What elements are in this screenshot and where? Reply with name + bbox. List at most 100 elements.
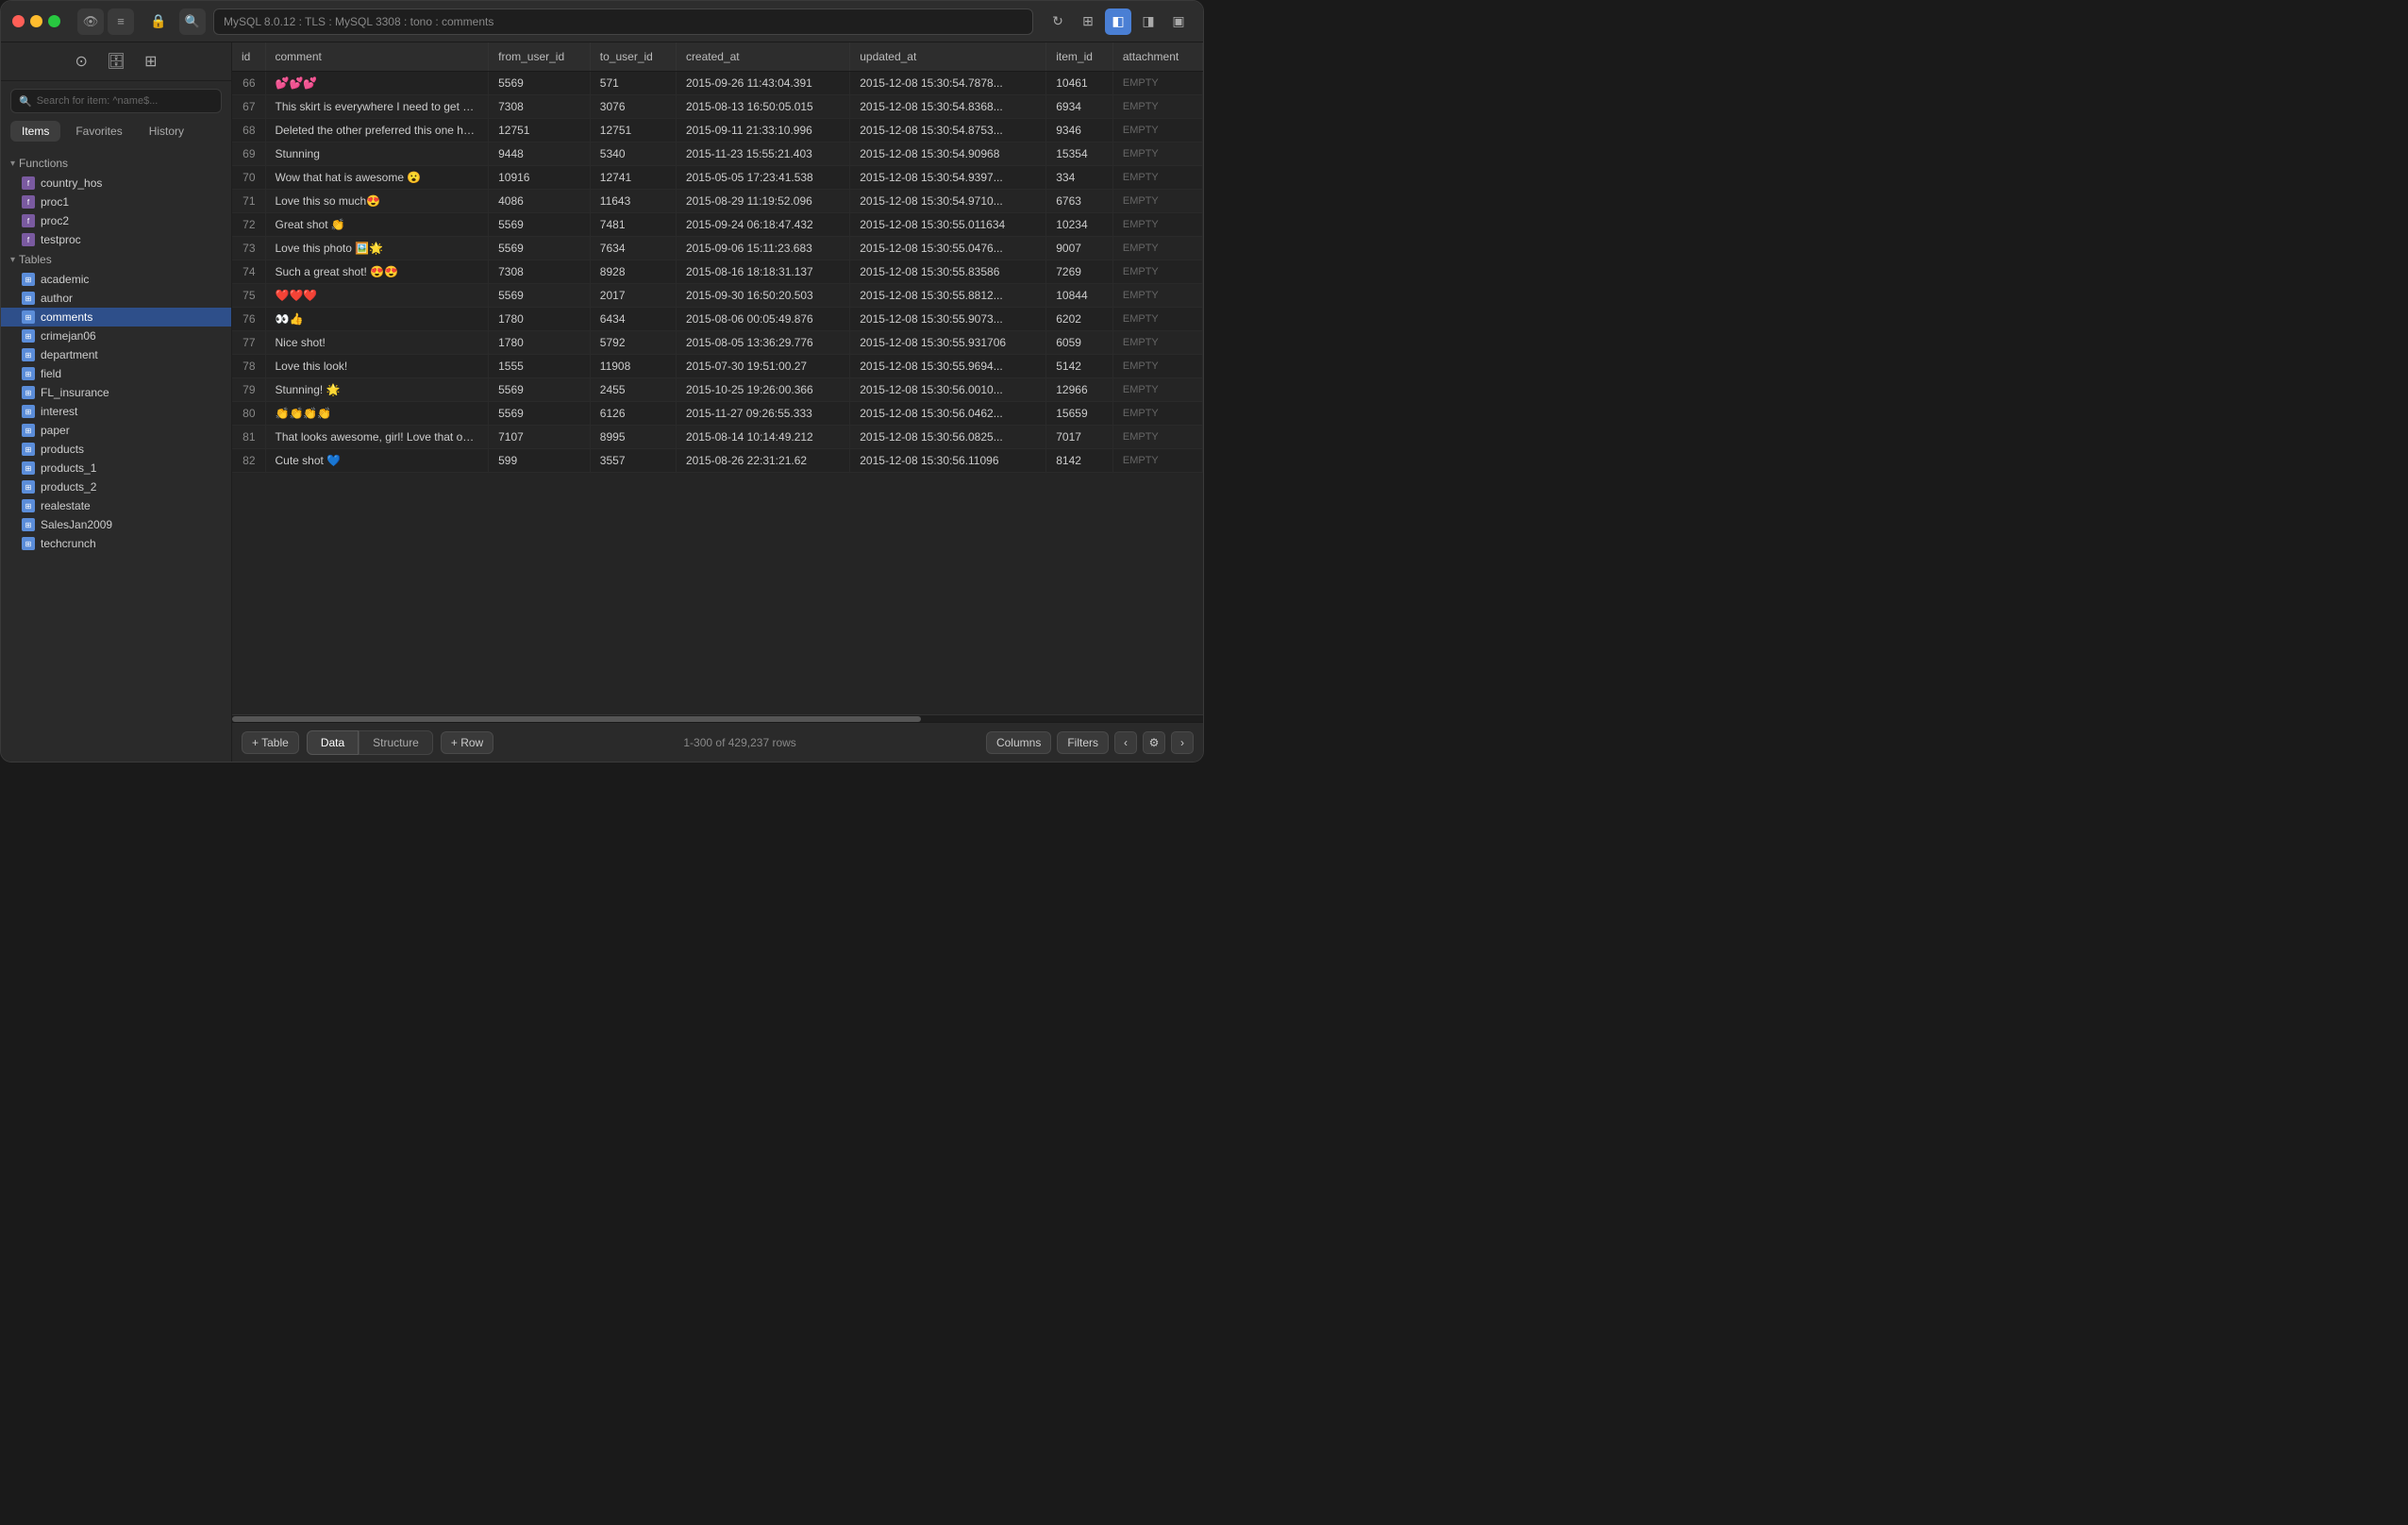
table-row[interactable]: 78Love this look!1555119082015-07-30 19:… bbox=[232, 355, 1203, 378]
col-header-from-user-id[interactable]: from_user_id bbox=[489, 42, 591, 72]
search-icon-button[interactable]: 🔍 bbox=[179, 8, 206, 35]
cell-from_user_id[interactable]: 7308 bbox=[489, 260, 591, 284]
cell-id[interactable]: 76 bbox=[232, 308, 265, 331]
cell-id[interactable]: 80 bbox=[232, 402, 265, 426]
cell-id[interactable]: 68 bbox=[232, 119, 265, 142]
cell-comment[interactable]: Stunning! 🌟 bbox=[265, 378, 489, 402]
cell-attachment[interactable]: EMPTY bbox=[1112, 331, 1202, 355]
filters-button[interactable]: Filters bbox=[1057, 731, 1109, 754]
cell-id[interactable]: 67 bbox=[232, 95, 265, 119]
sidebar-item-country-hos[interactable]: f country_hos bbox=[1, 174, 231, 193]
tab-data-button[interactable]: Data bbox=[307, 730, 359, 755]
table-row[interactable]: 73Love this photo 🖼️🌟556976342015-09-06 … bbox=[232, 237, 1203, 260]
cell-item_id[interactable]: 6934 bbox=[1046, 95, 1113, 119]
cell-from_user_id[interactable]: 7308 bbox=[489, 95, 591, 119]
cell-to_user_id[interactable]: 3557 bbox=[590, 449, 676, 473]
cell-to_user_id[interactable]: 6126 bbox=[590, 402, 676, 426]
cell-to_user_id[interactable]: 11908 bbox=[590, 355, 676, 378]
sidebar-item-department[interactable]: ⊞ department bbox=[1, 345, 231, 364]
cell-to_user_id[interactable]: 12751 bbox=[590, 119, 676, 142]
cell-item_id[interactable]: 334 bbox=[1046, 166, 1113, 190]
cell-comment[interactable]: Cute shot 💙 bbox=[265, 449, 489, 473]
cell-to_user_id[interactable]: 8995 bbox=[590, 426, 676, 449]
list-icon-button[interactable]: ≡ bbox=[108, 8, 134, 35]
sidebar-item-paper[interactable]: ⊞ paper bbox=[1, 421, 231, 440]
close-button[interactable] bbox=[12, 15, 25, 27]
sidebar-item-techcrunch[interactable]: ⊞ techcrunch bbox=[1, 534, 231, 553]
col-header-to-user-id[interactable]: to_user_id bbox=[590, 42, 676, 72]
cell-item_id[interactable]: 5142 bbox=[1046, 355, 1113, 378]
cell-from_user_id[interactable]: 5569 bbox=[489, 213, 591, 237]
tab-structure-button[interactable]: Structure bbox=[359, 730, 433, 755]
cell-to_user_id[interactable]: 7481 bbox=[590, 213, 676, 237]
cell-comment[interactable]: Such a great shot! 😍😍 bbox=[265, 260, 489, 284]
cell-updated_at[interactable]: 2015-12-08 15:30:54.8753... bbox=[850, 119, 1046, 142]
cell-comment[interactable]: Love this so much😍 bbox=[265, 190, 489, 213]
cell-created_at[interactable]: 2015-11-27 09:26:55.333 bbox=[676, 402, 849, 426]
table-row[interactable]: 66💕💕💕55695712015-09-26 11:43:04.3912015-… bbox=[232, 72, 1203, 95]
sidebar-item-proc2[interactable]: f proc2 bbox=[1, 211, 231, 230]
cell-comment[interactable]: 👀👍 bbox=[265, 308, 489, 331]
cell-item_id[interactable]: 10461 bbox=[1046, 72, 1113, 95]
cell-from_user_id[interactable]: 1555 bbox=[489, 355, 591, 378]
tab-items[interactable]: Items bbox=[10, 121, 60, 142]
col-header-attachment[interactable]: attachment bbox=[1112, 42, 1202, 72]
cell-item_id[interactable]: 10844 bbox=[1046, 284, 1113, 308]
cell-item_id[interactable]: 7017 bbox=[1046, 426, 1113, 449]
cell-from_user_id[interactable]: 10916 bbox=[489, 166, 591, 190]
cell-updated_at[interactable]: 2015-12-08 15:30:56.0825... bbox=[850, 426, 1046, 449]
cell-attachment[interactable]: EMPTY bbox=[1112, 284, 1202, 308]
cell-comment[interactable]: Deleted the other preferred this one hah… bbox=[265, 119, 489, 142]
cell-to_user_id[interactable]: 8928 bbox=[590, 260, 676, 284]
cell-id[interactable]: 79 bbox=[232, 378, 265, 402]
cell-comment[interactable]: Love this look! bbox=[265, 355, 489, 378]
cell-from_user_id[interactable]: 1780 bbox=[489, 308, 591, 331]
cell-attachment[interactable]: EMPTY bbox=[1112, 166, 1202, 190]
cell-created_at[interactable]: 2015-09-11 21:33:10.996 bbox=[676, 119, 849, 142]
cell-comment[interactable]: Nice shot! bbox=[265, 331, 489, 355]
cell-attachment[interactable]: EMPTY bbox=[1112, 449, 1202, 473]
cell-comment[interactable]: Great shot 👏 bbox=[265, 213, 489, 237]
table-row[interactable]: 77Nice shot!178057922015-08-05 13:36:29.… bbox=[232, 331, 1203, 355]
cell-updated_at[interactable]: 2015-12-08 15:30:56.0010... bbox=[850, 378, 1046, 402]
cell-created_at[interactable]: 2015-08-05 13:36:29.776 bbox=[676, 331, 849, 355]
tab-history[interactable]: History bbox=[138, 121, 195, 142]
table-row[interactable]: 67This skirt is everywhere I need to get… bbox=[232, 95, 1203, 119]
cell-from_user_id[interactable]: 5569 bbox=[489, 72, 591, 95]
eye-icon-button[interactable]: 👁 bbox=[77, 8, 104, 35]
refresh-icon-button[interactable]: ↻ bbox=[1045, 8, 1071, 35]
cell-created_at[interactable]: 2015-09-26 11:43:04.391 bbox=[676, 72, 849, 95]
cell-id[interactable]: 81 bbox=[232, 426, 265, 449]
cell-item_id[interactable]: 9346 bbox=[1046, 119, 1113, 142]
cell-attachment[interactable]: EMPTY bbox=[1112, 355, 1202, 378]
cell-updated_at[interactable]: 2015-12-08 15:30:55.9073... bbox=[850, 308, 1046, 331]
tables-section-header[interactable]: ▾ Tables bbox=[1, 249, 231, 270]
cell-comment[interactable]: 👏👏👏👏 bbox=[265, 402, 489, 426]
cell-item_id[interactable]: 12966 bbox=[1046, 378, 1113, 402]
table-row[interactable]: 81That looks awesome, girl! Love that ou… bbox=[232, 426, 1203, 449]
col-header-created-at[interactable]: created_at bbox=[676, 42, 849, 72]
cell-id[interactable]: 77 bbox=[232, 331, 265, 355]
cell-from_user_id[interactable]: 7107 bbox=[489, 426, 591, 449]
cell-updated_at[interactable]: 2015-12-08 15:30:54.9710... bbox=[850, 190, 1046, 213]
cell-attachment[interactable]: EMPTY bbox=[1112, 426, 1202, 449]
cell-created_at[interactable]: 2015-08-06 00:05:49.876 bbox=[676, 308, 849, 331]
cell-created_at[interactable]: 2015-09-24 06:18:47.432 bbox=[676, 213, 849, 237]
cell-to_user_id[interactable]: 11643 bbox=[590, 190, 676, 213]
scrollbar-thumb[interactable] bbox=[232, 716, 921, 722]
cell-comment[interactable]: That looks awesome, girl! Love that outf… bbox=[265, 426, 489, 449]
cell-updated_at[interactable]: 2015-12-08 15:30:55.83586 bbox=[850, 260, 1046, 284]
cell-created_at[interactable]: 2015-09-06 15:11:23.683 bbox=[676, 237, 849, 260]
cell-created_at[interactable]: 2015-07-30 19:51:00.27 bbox=[676, 355, 849, 378]
cell-created_at[interactable]: 2015-09-30 16:50:20.503 bbox=[676, 284, 849, 308]
cell-item_id[interactable]: 15659 bbox=[1046, 402, 1113, 426]
col-header-id[interactable]: id bbox=[232, 42, 265, 72]
lock-icon-button[interactable]: 🔒 bbox=[145, 8, 172, 35]
cell-from_user_id[interactable]: 1780 bbox=[489, 331, 591, 355]
cell-updated_at[interactable]: 2015-12-08 15:30:54.90968 bbox=[850, 142, 1046, 166]
table-row[interactable]: 68Deleted the other preferred this one h… bbox=[232, 119, 1203, 142]
cell-to_user_id[interactable]: 5340 bbox=[590, 142, 676, 166]
cell-created_at[interactable]: 2015-10-25 19:26:00.366 bbox=[676, 378, 849, 402]
cell-comment[interactable]: This skirt is everywhere I need to get m… bbox=[265, 95, 489, 119]
prev-page-button[interactable]: ‹ bbox=[1114, 731, 1137, 754]
